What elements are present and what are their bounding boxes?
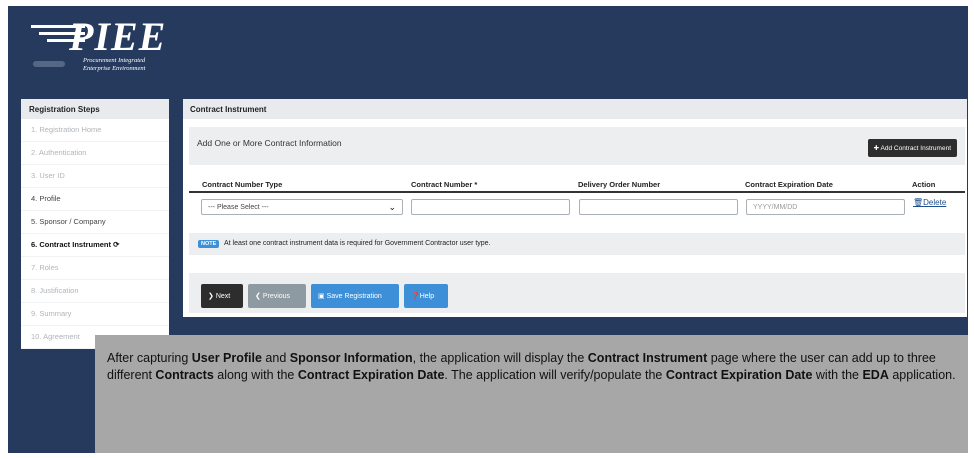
delete-link[interactable]: 🗑Delete (913, 198, 946, 207)
contract-expiration-date-input[interactable]: YYYY/MM/DD (746, 199, 905, 215)
caption-fragment: along with the (213, 368, 298, 382)
note-bar: NOTE At least one contract instrument da… (189, 233, 965, 255)
registration-steps-panel: Registration Steps 1. Registration Home 2… (21, 99, 169, 349)
plus-icon: ✚ (873, 145, 881, 152)
add-contract-label: Add Contract Instrument (880, 145, 951, 152)
previous-button[interactable]: ❮ Previous (248, 284, 306, 308)
sidebar-step[interactable]: 5. Sponsor / Company (21, 211, 169, 234)
caption-fragment: Contract Expiration Date (665, 368, 813, 382)
note-text: At least one contract instrument data is… (224, 240, 491, 247)
sidebar-step: 3. User ID (21, 165, 169, 188)
app-frame: PIEE Procurement Integrated Enterprise E… (8, 6, 968, 453)
note-badge: NOTE (198, 240, 220, 248)
logo-subtitle-line2: Enterprise Environment (83, 65, 146, 72)
next-label: Next (215, 293, 231, 300)
col-action: Action (912, 180, 936, 189)
help-label: Help (419, 293, 435, 300)
logo-seal (33, 61, 65, 67)
sidebar-step: 8. Justification (21, 280, 169, 303)
sidebar-step[interactable]: 6. Contract Instrument ⟳ (21, 234, 169, 257)
sidebar-step: 9. Summary (21, 303, 169, 326)
caption-fragment: Contracts (155, 368, 214, 382)
caption-fragment: After capturing (107, 351, 192, 365)
caption-fragment: and (261, 351, 290, 365)
caption-fragment: User Profile (191, 351, 262, 365)
sidebar-step: 2. Authentication (21, 142, 169, 165)
caption-fragment: with the (812, 368, 863, 382)
current-step-icon: ⟳ (111, 240, 120, 249)
help-button[interactable]: ❓Help (404, 284, 448, 308)
contract-instrument-panel: Contract Instrument Add One or More Cont… (183, 99, 967, 317)
sidebar-step[interactable]: 4. Profile (21, 188, 169, 211)
logo-wordmark: PIEE (69, 14, 167, 59)
caption-fragment: Contract Expiration Date (297, 368, 445, 382)
caption-overlay: After capturing User Profile and Sponsor… (95, 335, 968, 453)
sidebar-step-label: 6. Contract Instrument (31, 240, 112, 249)
delivery-order-number-input[interactable] (579, 199, 738, 215)
info-text: Add One or More Contract Information (197, 138, 342, 148)
select-value: --- Please Select --- (208, 204, 269, 211)
logo-subtitle: Procurement Integrated Enterprise Enviro… (83, 57, 145, 73)
contract-number-type-select[interactable]: --- Please Select --- ⌄ (201, 199, 403, 215)
add-contract-instrument-button[interactable]: ✚ Add Contract Instrument (867, 139, 957, 157)
sidebar-step-label: 1. Registration Home (31, 125, 102, 134)
sidebar-step: 1. Registration Home (21, 119, 169, 142)
table-header: Contract Number Type Contract Number * D… (189, 175, 965, 193)
sidebar-step-label: 9. Summary (31, 309, 72, 318)
sidebar-step-label: 4. Profile (31, 194, 61, 203)
contract-number-input[interactable] (411, 199, 570, 215)
save-registration-button[interactable]: ▣ Save Registration (311, 284, 399, 308)
sidebar-step-label: 3. User ID (31, 171, 65, 180)
trash-icon: 🗑 (913, 198, 924, 207)
registration-steps-title: Registration Steps (21, 99, 169, 119)
floppy-disk-icon: ▣ (318, 293, 327, 300)
col-contract-number-type: Contract Number Type (202, 180, 283, 189)
chevron-right-icon: ❯ (208, 293, 216, 300)
sidebar-step-label: 7. Roles (31, 263, 59, 272)
action-button-bar: ❯ Next ❮ Previous ▣ Save Registration ❓H… (189, 273, 965, 313)
caption-fragment: EDA (862, 368, 889, 382)
sidebar-step-label: 10. Agreement (31, 332, 80, 341)
col-contract-expiration-date: Contract Expiration Date (745, 180, 833, 189)
question-circle-icon: ❓ (411, 293, 420, 300)
caption-fragment: Sponsor Information (289, 351, 413, 365)
col-contract-number: Contract Number * (411, 180, 478, 189)
piee-logo: PIEE Procurement Integrated Enterprise E… (25, 14, 175, 77)
info-bar: Add One or More Contract Information ✚ A… (189, 127, 965, 165)
save-label: Save Registration (326, 293, 382, 300)
caption-fragment: application. (888, 368, 956, 382)
caption-fragment: . The application will verify/populate t… (444, 368, 666, 382)
previous-label: Previous (262, 293, 291, 300)
sidebar-step-label: 5. Sponsor / Company (31, 217, 106, 226)
chevron-down-icon: ⌄ (388, 202, 396, 212)
sidebar-step-label: 8. Justification (31, 286, 79, 295)
caption-fragment: Contract Instrument (587, 351, 708, 365)
logo-subtitle-line1: Procurement Integrated (83, 57, 146, 64)
col-delivery-order-number: Delivery Order Number (578, 180, 661, 189)
caption-fragment: , the application will display the (412, 351, 588, 365)
panel-title: Contract Instrument (183, 99, 967, 119)
sidebar-step: 7. Roles (21, 257, 169, 280)
next-button[interactable]: ❯ Next (201, 284, 243, 308)
caption-text: After capturing User Profile and Sponsor… (107, 350, 957, 384)
sidebar-step-label: 2. Authentication (31, 148, 87, 157)
chevron-left-icon: ❮ (255, 293, 263, 300)
delete-label: Delete (923, 198, 947, 207)
